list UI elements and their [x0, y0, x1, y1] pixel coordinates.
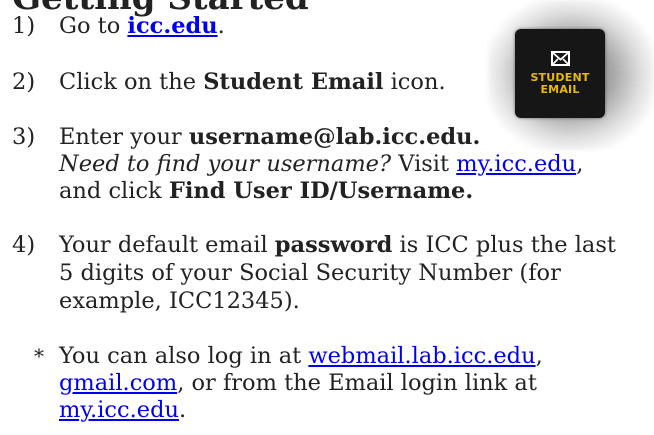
note-text: my.icc.edu. — [59, 395, 186, 425]
step-text-post: icon. — [383, 69, 446, 95]
step-text-bold: username@lab.icc.edu. — [188, 124, 481, 150]
note-text-mid: , or from the Email login link at — [177, 370, 537, 396]
note-text-comma: , — [535, 343, 543, 369]
step-text-bold: Find User ID/Username. — [168, 178, 474, 204]
note-bullet: * — [34, 344, 44, 368]
step-text-pre: Enter your — [59, 124, 189, 150]
step-text: Enter your username@lab.icc.edu. — [59, 122, 480, 152]
note-text-post: . — [178, 397, 187, 423]
step-text: Go to icc.edu. — [59, 11, 225, 41]
my-icc-edu-note-link[interactable]: my.icc.edu — [59, 397, 179, 423]
step-text-mid: Visit — [391, 151, 457, 177]
note-text: gmail.com, or from the Email login link … — [59, 368, 537, 398]
step-text-post: is ICC plus the last — [392, 232, 616, 258]
tile-label-line-2: EMAIL — [540, 83, 580, 96]
gmail-link[interactable]: gmail.com — [59, 370, 177, 396]
note-text: You can also log in at webmail.lab.icc.e… — [59, 341, 543, 371]
step-text: and click Find User ID/Username. — [59, 176, 473, 206]
student-email-tile[interactable]: STUDENT EMAIL — [515, 29, 605, 118]
icc-edu-link[interactable]: icc.edu — [127, 13, 217, 39]
step-text-italic: Need to find your username? — [59, 151, 392, 177]
step-text-pre: Go to — [59, 13, 128, 39]
step-text: Your default email password is ICC plus … — [59, 230, 616, 260]
step-text-pre: and click — [59, 178, 169, 204]
step-text-comma: , — [576, 151, 584, 177]
note-text-pre: You can also log in at — [59, 343, 309, 369]
step-text: Need to find your username? Visit my.icc… — [59, 149, 583, 179]
step-text: 5 digits of your Social Security Number … — [59, 260, 561, 286]
step-text: Click on the Student Email icon. — [59, 67, 446, 97]
step-text-post: . — [217, 13, 225, 39]
step-text-bold: Student Email — [203, 69, 384, 95]
webmail-link[interactable]: webmail.lab.icc.edu — [308, 343, 535, 369]
my-icc-edu-link[interactable]: my.icc.edu — [456, 151, 576, 177]
step-text-bold: password — [274, 232, 393, 258]
step-number: 1) — [12, 13, 36, 39]
step-text: example, ICC12345). — [59, 288, 300, 314]
step-text-pre: Your default email — [59, 232, 275, 258]
step-text-pre: Click on the — [59, 69, 204, 95]
step-number: 2) — [12, 69, 36, 95]
envelope-icon — [550, 51, 570, 66]
step-number: 3) — [12, 124, 36, 150]
step-number: 4) — [12, 232, 36, 258]
